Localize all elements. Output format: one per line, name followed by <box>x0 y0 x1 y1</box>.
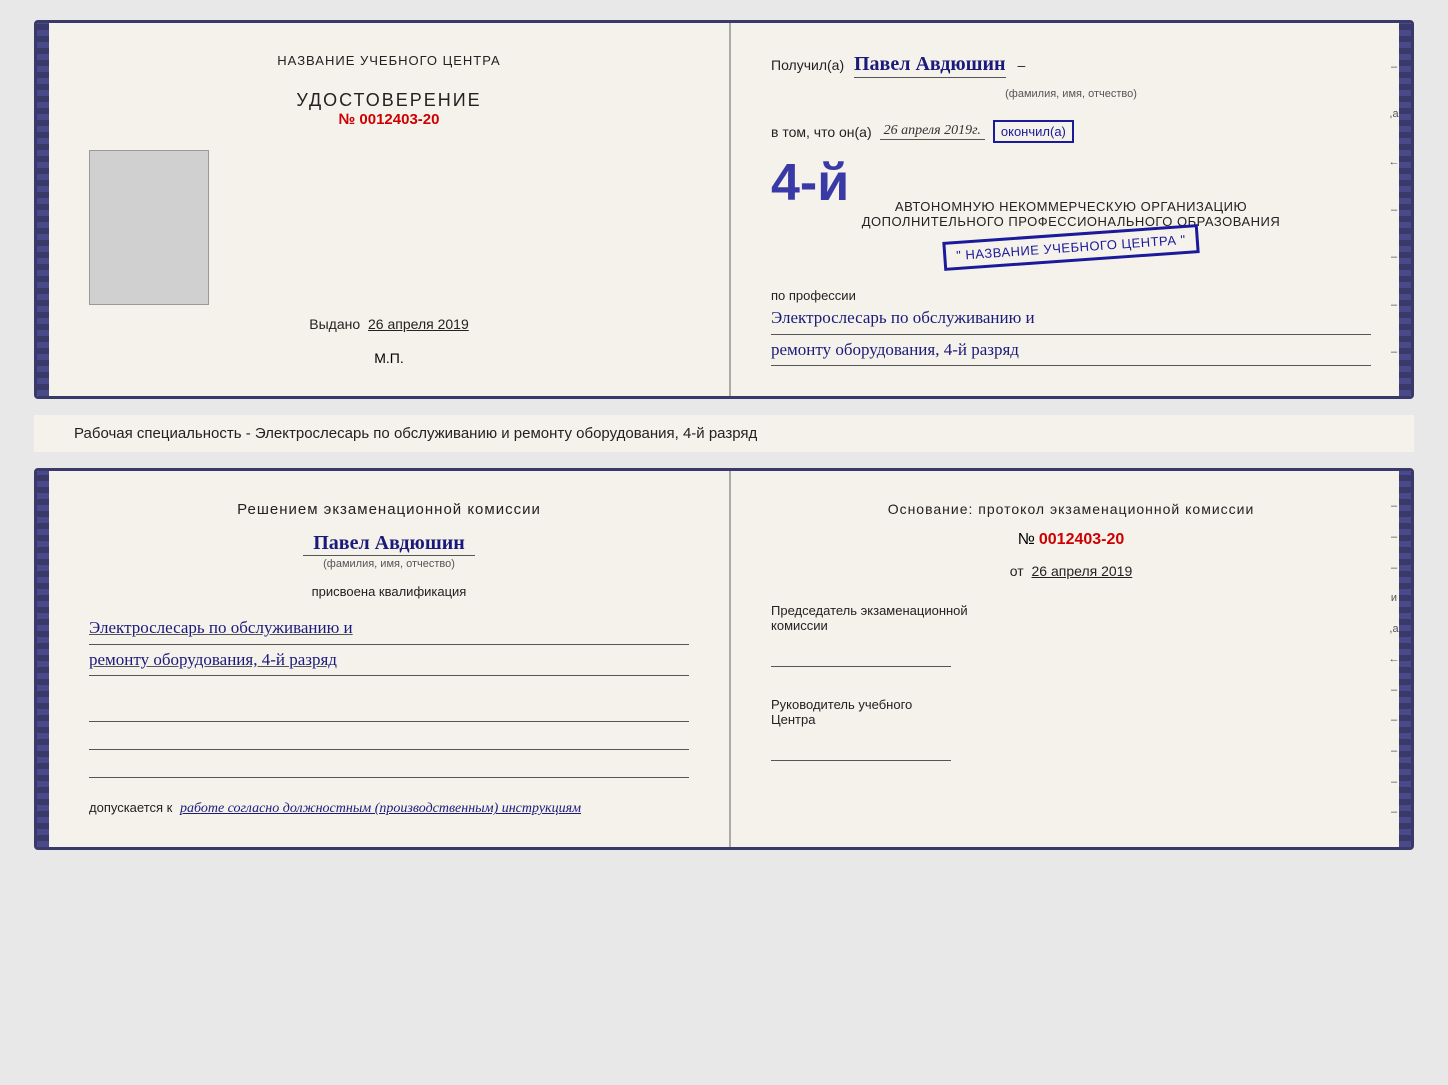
top-booklet: НАЗВАНИЕ УЧЕБНОГО ЦЕНТРА УДОСТОВЕРЕНИЕ №… <box>34 20 1414 399</box>
right-spine-bottom <box>1399 471 1411 847</box>
sig-line-2 <box>89 726 689 750</box>
bottom-protocol-number: 0012403-20 <box>1039 531 1124 548</box>
poluchil-name: Павел Авдюшин <box>854 53 1006 78</box>
head-line2: Центра <box>771 712 1371 727</box>
head-line1: Руководитель учебного <box>771 697 1371 712</box>
sig-line-1 <box>89 698 689 722</box>
profession-line2: ремонту оборудования, 4-й разряд <box>771 335 1371 367</box>
right-page-bottom: Основание: протокол экзаменационной коми… <box>731 471 1411 847</box>
profession-line1: Электрослесарь по обслуживанию и <box>771 303 1371 335</box>
rank-org-block: 4-й АВТОНОМНУЮ НЕКОММЕРЧЕСКУЮ ОРГАНИЗАЦИ… <box>771 157 1371 266</box>
bottom-number-prefix: № <box>1018 531 1035 548</box>
head-block: Руководитель учебного Центра <box>771 697 1371 761</box>
left-bottom: Выдано 26 апреля 2019 <box>89 316 689 332</box>
mp-label: М.П. <box>374 350 404 366</box>
fio-label-top: (фамилия, имя, отчество) <box>771 88 1371 100</box>
fio-label-bottom: (фамилия, имя, отчество) <box>89 558 689 570</box>
qual-line2: ремонту оборудования, 4-й разряд <box>89 645 689 677</box>
left-page-bottom: Решением экзаменационной комиссии Павел … <box>49 471 731 847</box>
receiver-block: Получил(a) Павел Авдюшин – <box>771 53 1371 76</box>
center-title-top: НАЗВАНИЕ УЧЕБНОГО ЦЕНТРА <box>277 53 500 68</box>
org-block: АВТОНОМНУЮ НЕКОММЕРЧЕСКУЮ ОРГАНИЗАЦИЮ ДО… <box>771 199 1371 266</box>
profession-block: по профессии Электрослесарь по обслужива… <box>771 288 1371 366</box>
commission-title: Решением экзаменационной комиссии <box>89 501 689 518</box>
org-name: " НАЗВАНИЕ УЧЕБНОГО ЦЕНТРА " <box>942 224 1199 271</box>
from-date-block: от 26 апреля 2019 <box>771 563 1371 579</box>
name-block-bottom: Павел Авдюшин (фамилия, имя, отчество) <box>89 532 689 570</box>
cert-title-block: УДОСТОВЕРЕНИЕ № 0012403-20 <box>296 90 481 128</box>
vtom-date: 26 апреля 2019г. <box>880 123 985 140</box>
dopuskaetsya-text: работе согласно должностным (производств… <box>180 801 581 816</box>
qual-block: Электрослесарь по обслуживанию и ремонту… <box>89 613 689 676</box>
middle-text: Рабочая специальность - Электрослесарь п… <box>74 425 757 442</box>
chairman-line1: Председатель экзаменационной <box>771 603 1371 618</box>
vtom-prefix: в том, что он(а) <box>771 124 872 140</box>
photo-placeholder <box>89 150 209 305</box>
qual-line1: Электрослесарь по обслуживанию и <box>89 613 689 645</box>
left-content <box>89 150 689 305</box>
org-line1: АВТОНОМНУЮ НЕКОММЕРЧЕСКУЮ ОРГАНИЗАЦИЮ <box>771 199 1371 214</box>
sig-lines <box>89 698 689 778</box>
from-date: 26 апреля 2019 <box>1032 563 1133 579</box>
left-spine-top <box>37 23 49 396</box>
right-page-top: Получил(a) Павел Авдюшин – (фамилия, имя… <box>731 23 1411 396</box>
chairman-line2: комиссии <box>771 618 1371 633</box>
dopuskaetsya-prefix: допускается к <box>89 800 172 815</box>
udostoverenie-label: УДОСТОВЕРЕНИЕ <box>296 90 481 111</box>
protocol-number-block: № 0012403-20 <box>771 531 1371 549</box>
po-professii-label: по профессии <box>771 288 1371 303</box>
poluchil-prefix: Получил(a) <box>771 57 844 73</box>
rank-text: 4-й <box>771 154 849 212</box>
head-sig-line <box>771 733 951 761</box>
left-page-top: НАЗВАНИЕ УЧЕБНОГО ЦЕНТРА УДОСТОВЕРЕНИЕ №… <box>49 23 731 396</box>
chairman-block: Председатель экзаменационной комиссии <box>771 603 1371 667</box>
hw-name-bottom: Павел Авдюшин <box>303 532 475 556</box>
sig-line-3 <box>89 754 689 778</box>
number-prefix: № <box>339 111 356 128</box>
vtom-block: в том, что он(а) 26 апреля 2019г. окончи… <box>771 120 1371 143</box>
vidan-line: Выдано 26 апреля 2019 <box>89 316 689 332</box>
org-line2: ДОПОЛНИТЕЛЬНОГО ПРОФЕССИОНАЛЬНОГО ОБРАЗО… <box>771 214 1371 229</box>
dopuskaetsya-block: допускается к работе согласно должностны… <box>89 800 689 817</box>
left-spine-bottom <box>37 471 49 847</box>
osnov-text: Основание: протокол экзаменационной коми… <box>771 501 1371 517</box>
middle-strip: Рабочая специальность - Электрослесарь п… <box>34 415 1414 452</box>
cert-number: 0012403-20 <box>359 111 439 128</box>
bottom-booklet: Решением экзаменационной комиссии Павел … <box>34 468 1414 850</box>
prisvoena-label: присвоена квалификация <box>89 584 689 599</box>
vidan-date: 26 апреля 2019 <box>368 316 469 332</box>
vidan-prefix: Выдано <box>309 316 360 332</box>
okonchil-label: окончил(а) <box>993 120 1074 143</box>
cert-number-line: № 0012403-20 <box>296 111 481 128</box>
chairman-sig-line <box>771 639 951 667</box>
dash-after-name: – <box>1017 57 1025 73</box>
right-spine-top <box>1399 23 1411 396</box>
from-prefix: от <box>1010 563 1024 579</box>
